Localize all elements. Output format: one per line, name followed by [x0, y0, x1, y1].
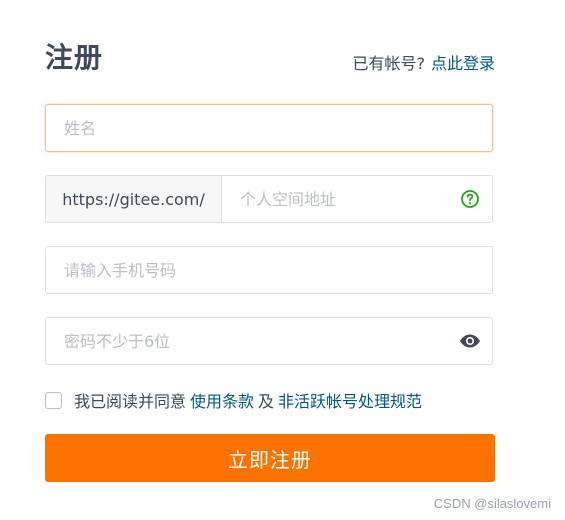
register-button[interactable]: 立即注册 [45, 434, 495, 482]
login-hint: 已有帐号? 点此登录 [352, 50, 495, 74]
phone-input[interactable] [46, 247, 492, 293]
register-page: 注册 已有帐号? 点此登录 https://gitee.com/ [0, 0, 565, 520]
question-circle-icon[interactable] [448, 176, 492, 222]
phone-field[interactable] [45, 246, 493, 294]
name-field[interactable] [45, 104, 493, 152]
agreement-checkbox[interactable] [45, 391, 62, 409]
inactive-account-policy-link[interactable]: 非活跃帐号处理规范 [278, 388, 422, 412]
have-account-text: 已有帐号? [352, 54, 425, 73]
space-url-prefix: https://gitee.com/ [46, 176, 222, 222]
agreement-conjunction: 及 [258, 392, 275, 411]
password-field[interactable] [45, 317, 493, 365]
login-link[interactable]: 点此登录 [431, 54, 495, 73]
space-url-field[interactable]: https://gitee.com/ [45, 175, 493, 223]
space-url-input[interactable] [222, 176, 448, 222]
terms-link[interactable]: 使用条款 [190, 388, 254, 412]
page-title: 注册 [45, 41, 104, 74]
name-input[interactable] [46, 105, 492, 151]
eye-icon[interactable] [448, 318, 492, 364]
password-input[interactable] [46, 318, 448, 364]
watermark: CSDN @silaslovemi [433, 496, 551, 511]
agreement-row: 我已阅读并同意 使用条款 及 非活跃帐号处理规范 [45, 388, 426, 412]
agreement-text: 我已阅读并同意 [74, 392, 187, 411]
